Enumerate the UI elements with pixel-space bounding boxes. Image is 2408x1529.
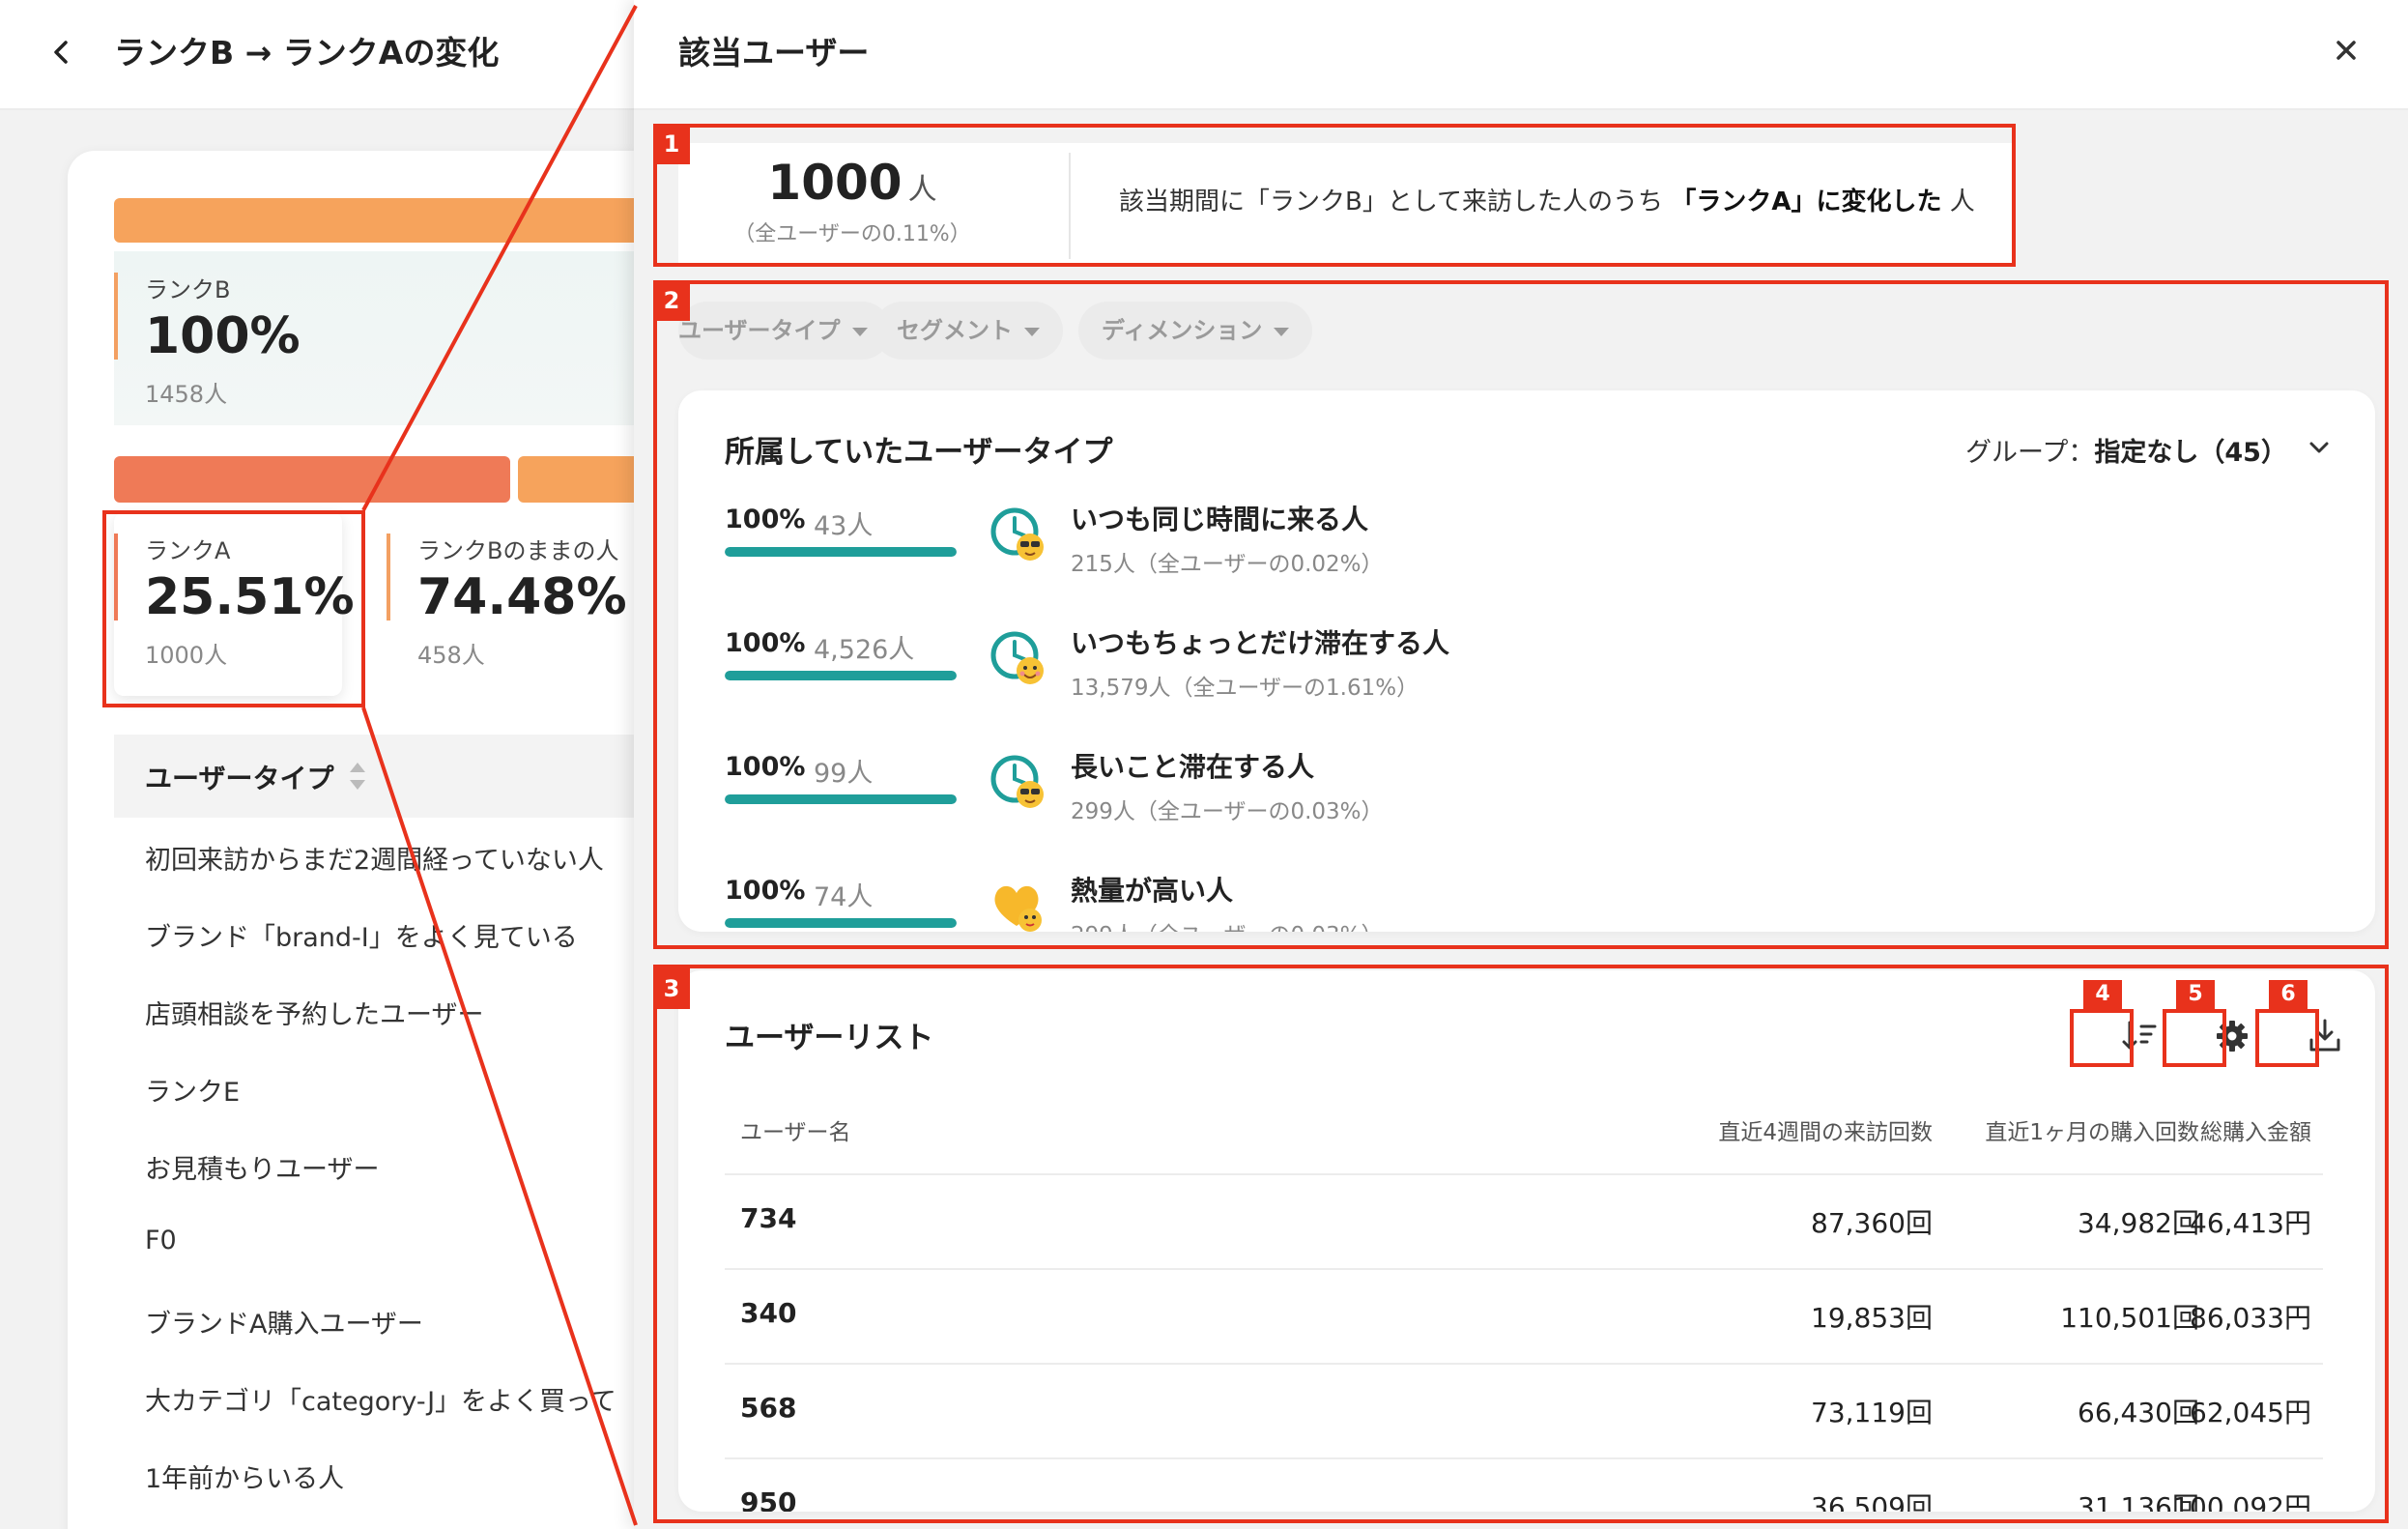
- usertype-item[interactable]: 大カテゴリ「category-J」をよく買って: [145, 1380, 616, 1418]
- back-chevron-icon[interactable]: [43, 33, 81, 72]
- rank-b-count: 1458人: [145, 381, 228, 408]
- rank-b-stay-card[interactable]: ランクBのままの人 74.48% 458人: [387, 512, 638, 696]
- usertype-item[interactable]: 店頭相談を予約したユーザー: [145, 994, 483, 1031]
- rank-b-marker: [114, 273, 118, 360]
- rank-a-bar: [114, 456, 510, 503]
- annotation-box-4: [2070, 1009, 2134, 1067]
- left-page-title: ランクB → ランクAの変化: [114, 34, 500, 72]
- annotation-badge-3: 3: [653, 968, 690, 1009]
- usertype-item[interactable]: F0: [145, 1226, 177, 1255]
- rank-b-stay-label: ランクBのままの人: [417, 537, 619, 564]
- annotation-box-1: [653, 124, 2016, 267]
- sort-icon[interactable]: [346, 760, 369, 793]
- rank-b-stay-marker: [387, 534, 390, 620]
- annotation-badge-6: 6: [2269, 980, 2308, 1009]
- rank-b-stay-count: 458人: [417, 642, 485, 669]
- annotation-box-rank-a: [102, 510, 365, 707]
- annotation-badge-1: 1: [653, 124, 690, 164]
- annotation-box-6: [2255, 1009, 2319, 1067]
- left-header: ランクB → ランクAの変化: [0, 0, 638, 110]
- drawer-title: 該当ユーザー: [678, 34, 870, 72]
- rank-b-card[interactable]: ランクB 100% 1458人: [114, 251, 638, 425]
- drawer-header: 該当ユーザー: [634, 0, 2408, 110]
- annotation-box-5: [2163, 1009, 2226, 1067]
- usertype-item[interactable]: ブランド「brand-I」をよく見ている: [145, 916, 578, 954]
- annotation-badge-2: 2: [653, 280, 690, 321]
- rank-b-bar: [114, 198, 638, 243]
- rank-b-stay-percent: 74.48%: [417, 568, 627, 626]
- annotation-box-2: [653, 280, 2389, 949]
- usertype-header-label: ユーザータイプ: [145, 763, 334, 794]
- usertype-item[interactable]: 1年前からいる人: [145, 1457, 344, 1495]
- usertype-item[interactable]: お見積もりユーザー: [145, 1148, 379, 1186]
- usertype-item[interactable]: ランクE: [145, 1071, 240, 1109]
- usertype-column-header[interactable]: ユーザータイプ: [114, 735, 638, 818]
- rank-b-label: ランクB: [145, 276, 231, 303]
- left-panel: ランクB → ランクAの変化 ランクB 100% 1458人 ランクA 25.5…: [0, 0, 638, 1529]
- rank-b-percent: 100%: [145, 307, 301, 365]
- rank-b-stay-bar: [518, 456, 638, 503]
- close-icon[interactable]: [2325, 29, 2367, 72]
- annotation-badge-4: 4: [2083, 980, 2122, 1009]
- usertype-item[interactable]: ブランドA購入ユーザー: [145, 1303, 423, 1341]
- usertype-item[interactable]: 初回来訪からまだ2週間経っていない人: [145, 839, 604, 877]
- annotation-badge-5: 5: [2176, 980, 2215, 1009]
